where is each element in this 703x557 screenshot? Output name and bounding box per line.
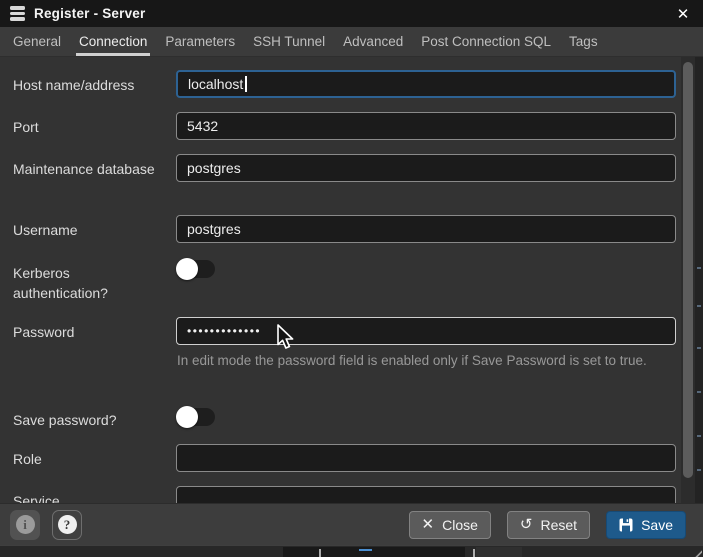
reset-button[interactable]: ↺ Reset: [507, 511, 590, 539]
close-x-icon: ✕: [422, 517, 435, 532]
password-input[interactable]: [176, 317, 676, 345]
background-app-divider: [473, 549, 475, 557]
tab-post-connection-sql[interactable]: Post Connection SQL: [418, 27, 554, 56]
dialog-titlebar: Register - Server ✕: [0, 0, 703, 27]
server-stack-icon: [10, 6, 25, 20]
maintenance-db-label: Maintenance database: [13, 154, 165, 179]
tab-parameters[interactable]: Parameters: [162, 27, 238, 56]
save-password-toggle[interactable]: [177, 408, 215, 426]
kerberos-toggle[interactable]: [177, 260, 215, 278]
tab-general[interactable]: General: [10, 27, 64, 56]
close-button-label: Close: [442, 517, 478, 533]
vertical-scrollbar[interactable]: [681, 57, 695, 503]
question-icon: ?: [58, 515, 77, 534]
password-label: Password: [13, 317, 165, 342]
role-label: Role: [13, 444, 165, 469]
host-field-wrap: [176, 70, 676, 98]
tab-advanced[interactable]: Advanced: [340, 27, 406, 56]
background-app-panel: [476, 547, 522, 557]
username-input[interactable]: [176, 215, 676, 243]
save-button[interactable]: Save: [606, 511, 686, 539]
close-button[interactable]: ✕ Close: [409, 511, 491, 539]
background-app-panel: [283, 547, 465, 557]
password-field-wrap: [176, 317, 676, 345]
username-label: Username: [13, 215, 165, 240]
help-button[interactable]: ?: [52, 510, 82, 540]
resize-grip-icon: [693, 550, 702, 557]
background-app-strip: [0, 545, 703, 557]
background-app-divider: [319, 549, 321, 557]
tab-connection[interactable]: Connection: [76, 27, 150, 56]
register-server-dialog: Register - Server ✕ General Connection P…: [0, 0, 703, 557]
kerberos-label: Kerberos authentication?: [13, 258, 165, 303]
reset-button-label: Reset: [541, 517, 578, 533]
save-password-label: Save password?: [13, 405, 165, 430]
service-label: Service: [13, 486, 165, 503]
service-input[interactable]: [176, 486, 676, 503]
port-field-wrap: [176, 112, 676, 140]
save-button-label: Save: [641, 517, 673, 533]
maintenance-db-input[interactable]: [176, 154, 676, 182]
reset-arrow-icon: ↺: [520, 517, 533, 532]
password-help-text: In edit mode the password field is enabl…: [177, 350, 674, 373]
sql-info-button[interactable]: i: [10, 510, 40, 540]
connection-form: Host name/address Port Maintenance datab…: [0, 57, 703, 503]
host-label: Host name/address: [13, 70, 165, 95]
dialog-footer: i ? ✕ Close ↺ Reset Save: [0, 503, 703, 545]
role-input[interactable]: [176, 444, 676, 472]
username-field-wrap: [176, 215, 676, 243]
background-window-edge: [695, 57, 703, 503]
service-field-wrap: [176, 486, 676, 503]
dialog-tabbar: General Connection Parameters SSH Tunnel…: [0, 27, 703, 57]
background-app-accent: [359, 549, 372, 551]
window-close-icon[interactable]: ✕: [671, 2, 695, 25]
host-input[interactable]: [176, 70, 676, 98]
toggle-knob: [176, 258, 198, 280]
toggle-knob: [176, 406, 198, 428]
maintenance-db-field-wrap: [176, 154, 676, 182]
port-input[interactable]: [176, 112, 676, 140]
tab-tags[interactable]: Tags: [566, 27, 601, 56]
floppy-disk-icon: [619, 518, 633, 532]
role-field-wrap: [176, 444, 676, 472]
tab-ssh-tunnel[interactable]: SSH Tunnel: [250, 27, 328, 56]
port-label: Port: [13, 112, 165, 137]
info-icon: i: [16, 515, 35, 534]
dialog-title: Register - Server: [34, 6, 145, 21]
text-caret: [245, 76, 247, 92]
scrollbar-thumb[interactable]: [683, 62, 693, 478]
